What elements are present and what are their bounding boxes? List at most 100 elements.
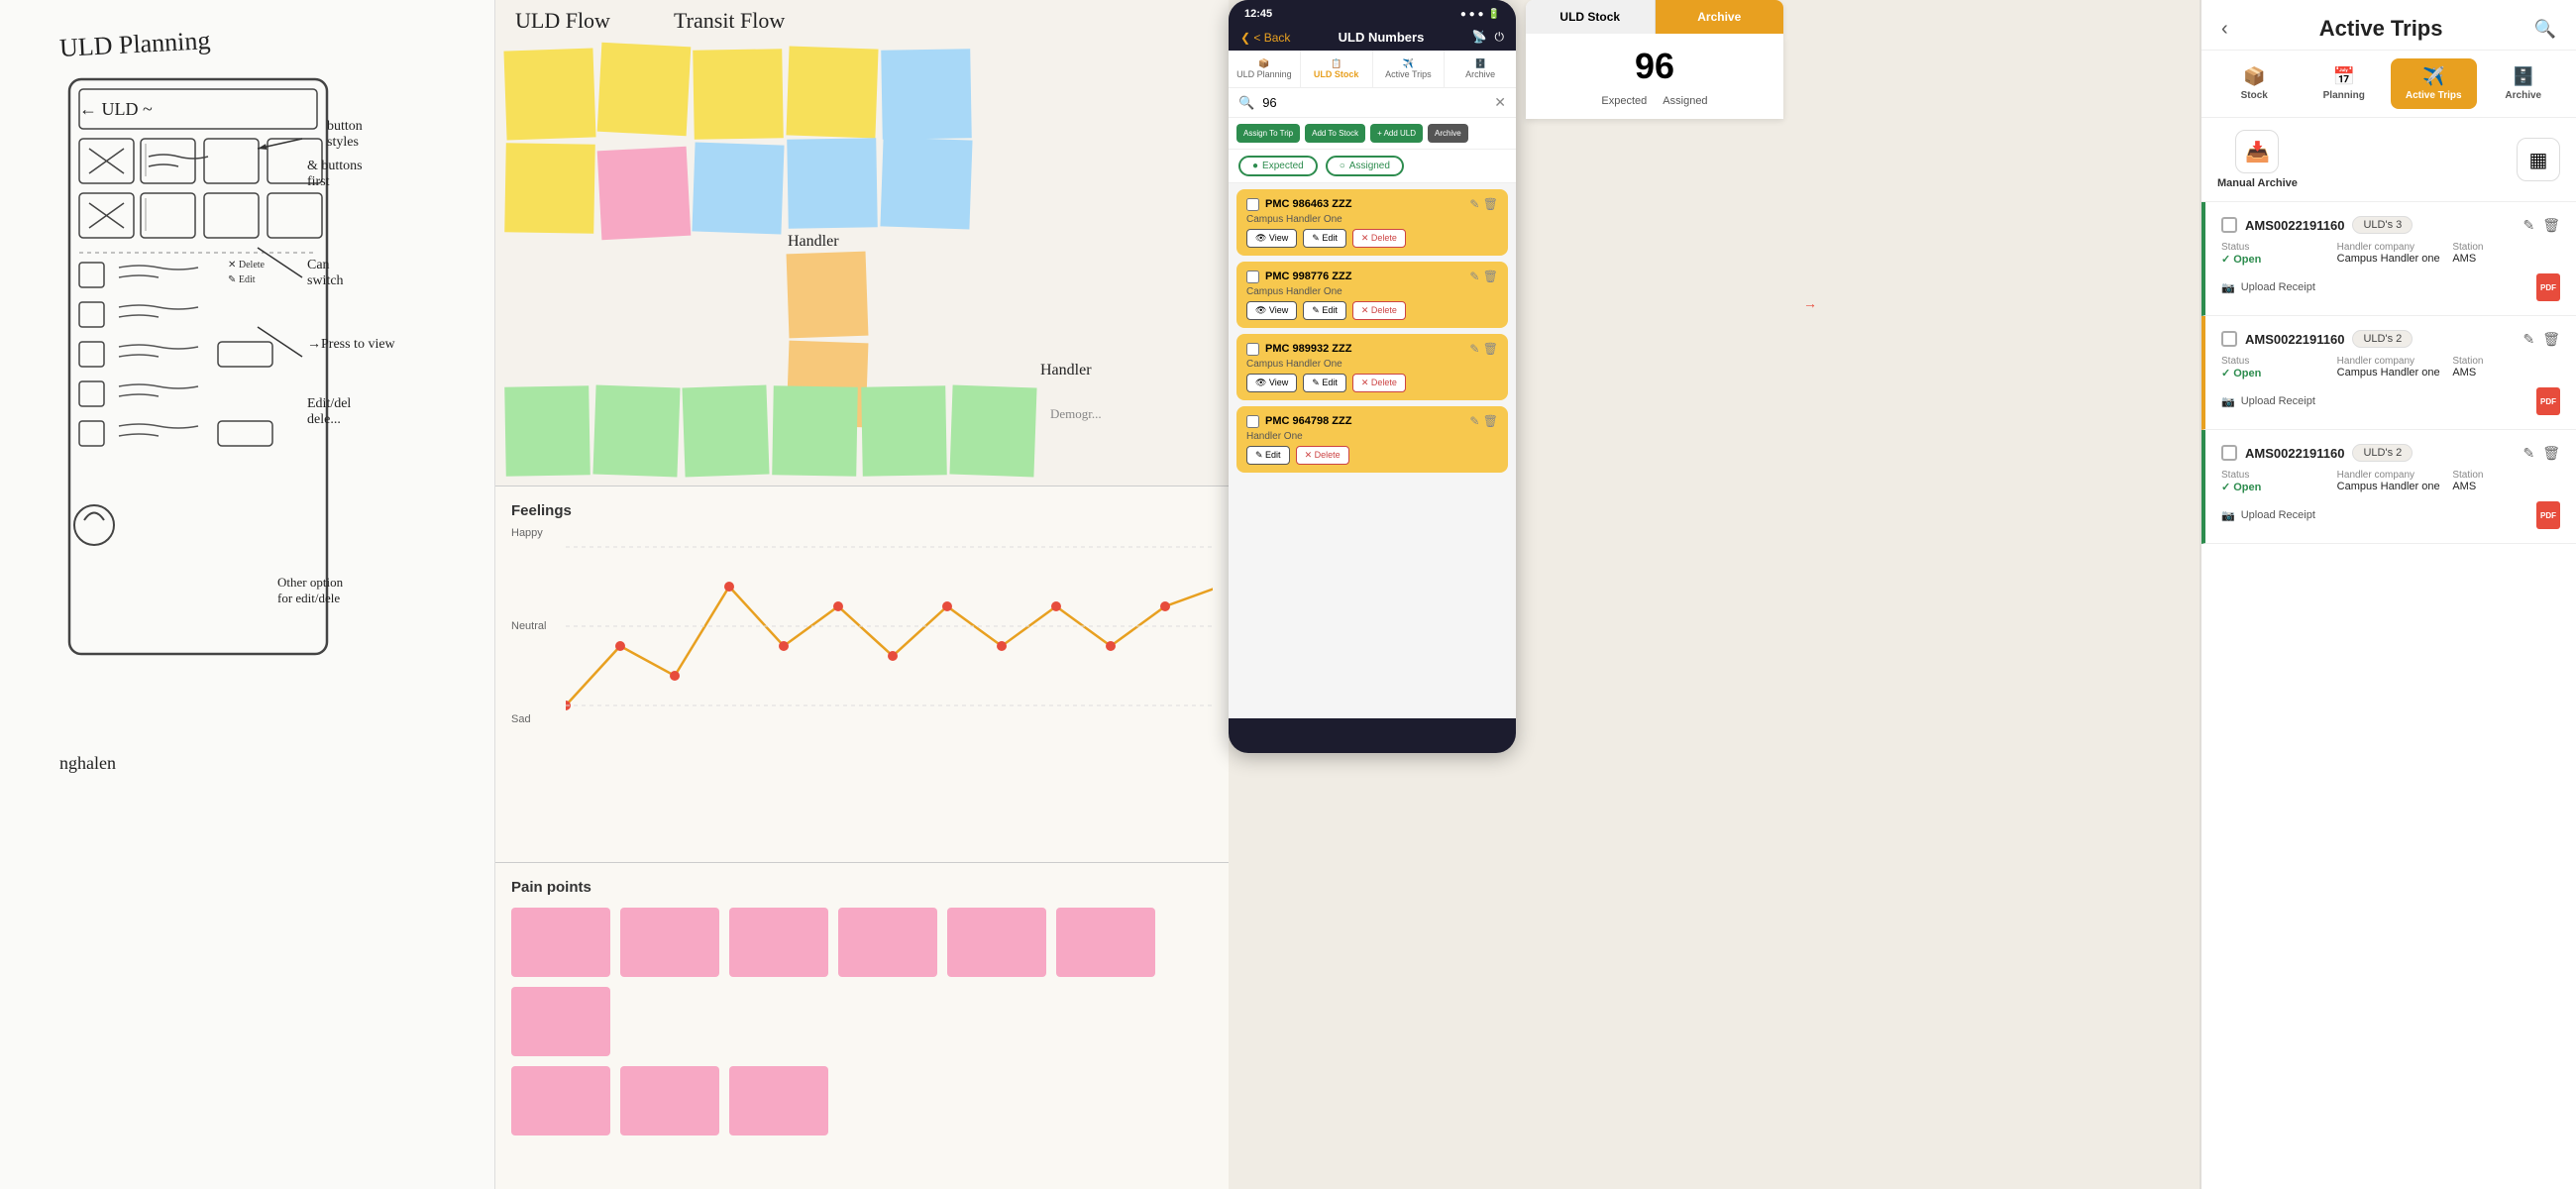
trip-3-checkbox[interactable] (2221, 445, 2237, 461)
trip-3-id: AMS0022191160 (2245, 446, 2344, 461)
sticky-blue-4 (881, 49, 972, 140)
svg-text:✎ Edit: ✎ Edit (228, 274, 256, 285)
whiteboard-left: ULD Planning ← ULD ~ ✕ Delete (0, 0, 495, 1189)
arrow-annotation: → (1803, 297, 1817, 313)
archive-count-section: 96 Expected Assigned (1526, 34, 1783, 119)
pain-card-3 (729, 908, 828, 977)
trip-1-pdf-icon[interactable]: PDF (2536, 273, 2560, 301)
card-1-view[interactable]: 👁 View (1246, 229, 1297, 248)
assigned-label: Assigned (1663, 95, 1707, 107)
trip-2-upload-btn[interactable]: 📷 Upload Receipt (2221, 395, 2315, 408)
trip-2-status-value: ✓ Open (2221, 367, 2329, 379)
tab-archive-phone[interactable]: 🗄️ Archive (1445, 51, 1516, 87)
sticky-note-3 (693, 49, 784, 140)
card-2-delete[interactable]: ✕ Delete (1352, 301, 1406, 320)
card-3-edit[interactable]: ✎ Edit (1303, 374, 1346, 392)
tab-planning[interactable]: 📅 Planning (2302, 58, 2388, 109)
trip-1-delete-btn[interactable]: 🗑 (2542, 217, 2560, 234)
trip-1-ulds: ULD's 3 (2352, 216, 2413, 234)
uld-stock-tab[interactable]: ULD Stock (1526, 0, 1656, 34)
handler-label-2: Handler (1040, 362, 1092, 379)
y-label-neutral: Neutral (511, 620, 566, 632)
archive-count: 96 (1538, 46, 1771, 87)
trip-1-checkbox[interactable] (2221, 217, 2237, 233)
whiteboard-middle: ULD Flow Transit Flow Handler Handler De… (495, 0, 1229, 1189)
back-button[interactable]: ❮ < Back (1240, 31, 1290, 45)
trip-1-edit-btn[interactable]: ✎ (2522, 217, 2534, 234)
card-3-view[interactable]: 👁 View (1246, 374, 1297, 392)
trip-item-3: AMS0022191160 ULD's 2 ✎ 🗑 Status ✓ Open … (2201, 430, 2576, 544)
trip-2-edit-btn[interactable]: ✎ (2522, 331, 2534, 348)
card-4-subtitle: Handler One (1246, 431, 1498, 442)
trip-1-upload-btn[interactable]: 📷 Upload Receipt (2221, 281, 2315, 294)
card-3-checkbox[interactable] (1246, 343, 1259, 356)
phone-nav-title: ULD Numbers (1339, 30, 1425, 45)
phone-mockup: 12:45 ● ● ● 🔋 ❮ < Back ULD Numbers 📡 ⏻ 📦… (1229, 0, 1516, 753)
trip-2-station-label: Station (2452, 356, 2560, 367)
trip-2-pdf-icon[interactable]: PDF (2536, 387, 2560, 415)
filter-expected[interactable]: ●Expected (1238, 156, 1318, 176)
sticky-green-3 (682, 385, 769, 478)
card-4-edit[interactable]: ✎ Edit (1246, 446, 1290, 465)
card-4-title: PMC 964798 ZZZ (1265, 415, 1351, 427)
trip-1-handler-value: Campus Handler one (2337, 253, 2445, 265)
tab-active-trips[interactable]: ✈️ Active Trips (2391, 58, 2477, 109)
trip-2-checkbox[interactable] (2221, 331, 2237, 347)
tab-active-trips-phone[interactable]: ✈️ Active Trips (1373, 51, 1446, 87)
archive-button-phone[interactable]: Archive (1428, 124, 1468, 143)
tab-archive[interactable]: 🗄️ Archive (2481, 58, 2567, 109)
add-to-stock-button[interactable]: Add To Stock (1305, 124, 1365, 143)
add-uld-button[interactable]: + Add ULD (1370, 124, 1423, 143)
tab-stock[interactable]: 📦 Stock (2211, 58, 2298, 109)
card-2-view[interactable]: 👁 View (1246, 301, 1297, 320)
uld-planning-label: ULD Planning (58, 26, 211, 63)
card-1-subtitle: Campus Handler One (1246, 214, 1498, 225)
trip-3-ulds: ULD's 2 (2352, 444, 2413, 462)
card-2-checkbox[interactable] (1246, 270, 1259, 283)
card-2-subtitle: Campus Handler One (1246, 286, 1498, 297)
assign-to-trip-button[interactable]: Assign To Trip (1236, 124, 1300, 143)
annotation-press-view: →Press to view (307, 337, 395, 353)
card-4-delete[interactable]: ✕ Delete (1296, 446, 1349, 465)
barcode-button[interactable]: ▦ (2517, 138, 2560, 181)
trip-3-delete-btn[interactable]: 🗑 (2542, 445, 2560, 462)
search-clear-button[interactable]: ✕ (1494, 94, 1506, 111)
trip-item-2: AMS0022191160 ULD's 2 ✎ 🗑 Status ✓ Open … (2201, 316, 2576, 430)
card-3-delete[interactable]: ✕ Delete (1352, 374, 1406, 392)
trips-list: AMS0022191160 ULD's 3 ✎ 🗑 Status ✓ Open … (2201, 202, 2576, 1189)
annotation-button-styles: buttonstyles (327, 119, 363, 151)
card-2-title: PMC 998776 ZZZ (1265, 270, 1351, 282)
tab-uld-planning[interactable]: 📦 ULD Planning (1229, 51, 1301, 87)
trip-3-upload-btn[interactable]: 📷 Upload Receipt (2221, 509, 2315, 522)
y-label-sad: Sad (511, 713, 566, 725)
search-input[interactable] (1262, 95, 1486, 110)
trip-2-station-value: AMS (2452, 367, 2560, 378)
trip-3-edit-btn[interactable]: ✎ (2522, 445, 2534, 462)
archive-tab[interactable]: Archive (1656, 0, 1784, 34)
card-1-edit[interactable]: ✎ Edit (1303, 229, 1346, 248)
trip-3-status-label: Status (2221, 470, 2329, 481)
card-1-delete[interactable]: ✕ Delete (1352, 229, 1406, 248)
pain-card-9 (620, 1066, 719, 1135)
search-icon-button[interactable]: 🔍 (2534, 19, 2556, 40)
trip-3-pdf-icon[interactable]: PDF (2536, 501, 2560, 529)
pain-card-4 (838, 908, 937, 977)
card-4-checkbox[interactable] (1246, 415, 1259, 428)
pain-card-5 (947, 908, 1046, 977)
trip-1-station-label: Station (2452, 242, 2560, 253)
uld-stock-archive-section: ULD Stock Archive 96 Expected Assigned (1526, 0, 1783, 119)
card-1-checkbox[interactable] (1246, 198, 1259, 211)
manual-archive-button[interactable]: 📥 Manual Archive (2217, 130, 2298, 189)
phone-nav-bar: ❮ < Back ULD Numbers 📡 ⏻ (1229, 24, 1516, 51)
trip-2-delete-btn[interactable]: 🗑 (2542, 331, 2560, 348)
trip-3-handler-label: Handler company (2337, 470, 2445, 481)
tab-uld-stock[interactable]: 📋 ULD Stock (1301, 51, 1373, 87)
trip-3-station-label: Station (2452, 470, 2560, 481)
sticky-blue-3 (880, 137, 972, 229)
back-chevron-button[interactable]: ‹ (2221, 18, 2228, 41)
annotation-other-option: Other optionfor edit/dele (277, 575, 343, 606)
sticky-note-2 (597, 43, 692, 137)
panel-title: Active Trips (2319, 16, 2443, 42)
filter-assigned[interactable]: ○Assigned (1326, 156, 1404, 176)
card-2-edit[interactable]: ✎ Edit (1303, 301, 1346, 320)
